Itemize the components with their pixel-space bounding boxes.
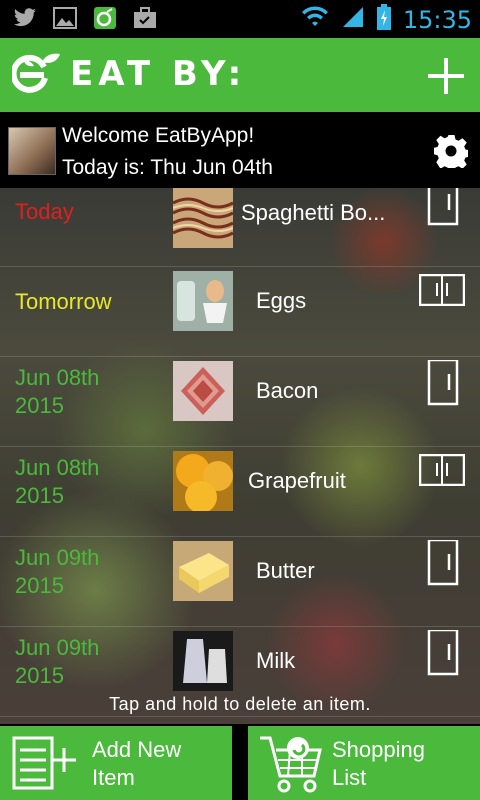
side-by-side-fridge-icon[interactable] — [419, 454, 465, 486]
butter-thumbnail — [173, 541, 233, 601]
expiry-date: Jun 08th 2015 — [15, 454, 99, 510]
expiry-date: Jun 08th 2015 — [15, 364, 99, 420]
food-item-list[interactable]: Today Spaghetti Bo... Tomorrow Eggs Jun … — [0, 188, 480, 724]
expiry-date-line2: 2015 — [15, 663, 64, 688]
item-name: Milk — [256, 648, 296, 673]
expiry-date: Jun 09th 2015 — [15, 634, 99, 690]
today-date: Today is: Thu Jun 04th — [62, 156, 273, 179]
welcome-bar: Welcome EatByApp! Today is: Thu Jun 04th — [0, 112, 480, 188]
eggs-thumbnail — [173, 271, 233, 331]
expiry-date-line1: Jun 08th — [15, 455, 100, 480]
fridge-icon[interactable] — [427, 188, 459, 226]
item-name: Butter — [256, 558, 315, 583]
app-header: EAT BY: — [0, 38, 480, 112]
side-by-side-fridge-icon[interactable] — [419, 274, 465, 306]
briefcase-icon — [132, 6, 158, 30]
gear-icon[interactable] — [434, 134, 468, 168]
expiry-date-line1: Today — [15, 199, 74, 224]
signal-icon — [341, 5, 365, 34]
expiry-date-line2: 2015 — [15, 393, 64, 418]
add-list-icon — [12, 736, 76, 790]
item-name: Grapefruit — [248, 468, 346, 493]
bacon-thumbnail — [173, 361, 233, 421]
list-item[interactable]: Today Spaghetti Bo... — [0, 188, 480, 267]
app-title: EAT BY: — [70, 54, 247, 94]
item-name: Spaghetti Bo... — [241, 200, 386, 225]
add-item-plus-icon[interactable] — [426, 56, 466, 96]
twitter-icon — [12, 6, 38, 30]
eatby-app-icon — [92, 6, 118, 30]
list-item[interactable]: Tomorrow Eggs — [0, 266, 480, 357]
battery-icon — [376, 4, 391, 35]
milk-thumbnail — [173, 631, 233, 691]
spaghetti-thumbnail — [173, 188, 233, 248]
expiry-date: Today — [15, 198, 74, 226]
status-bar: 15:35 — [0, 0, 480, 38]
expiry-date-line1: Tomorrow — [15, 289, 112, 314]
shopping-list-button[interactable]: Shopping List — [248, 726, 480, 800]
shopping-list-label: Shopping List — [332, 737, 425, 790]
clock: 15:35 — [402, 5, 472, 34]
item-name: Eggs — [256, 288, 307, 313]
list-item[interactable]: Jun 09th 2015 Butter — [0, 536, 480, 627]
shopping-cart-icon — [260, 736, 322, 793]
wifi-icon — [301, 6, 329, 33]
delete-hint: Tap and hold to delete an item. — [109, 694, 371, 714]
expiry-date-line2: 2015 — [15, 573, 64, 598]
expiry-date: Tomorrow — [15, 288, 112, 316]
bottom-bar: Add New Item Shopping List — [0, 724, 480, 800]
welcome-greeting: Welcome EatByApp! — [62, 124, 255, 147]
expiry-date-line1: Jun 09th — [15, 635, 100, 660]
add-new-item-button[interactable]: Add New Item — [0, 726, 232, 800]
app-logo: EAT BY: — [12, 52, 246, 96]
expiry-date-line1: Jun 08th — [15, 365, 100, 390]
eatby-logo-icon — [12, 53, 60, 93]
fridge-icon[interactable] — [427, 630, 459, 676]
add-new-item-label: Add New Item — [92, 737, 182, 790]
grapefruit-thumbnail — [173, 451, 233, 511]
expiry-date-line1: Jun 09th — [15, 545, 100, 570]
expiry-date-line2: 2015 — [15, 483, 64, 508]
avatar[interactable] — [8, 127, 56, 175]
expiry-date: Jun 09th 2015 — [15, 544, 99, 600]
fridge-icon[interactable] — [427, 540, 459, 586]
list-item[interactable]: Jun 08th 2015 Grapefruit — [0, 446, 480, 537]
item-name: Bacon — [256, 378, 319, 403]
gallery-icon — [52, 6, 78, 30]
list-item[interactable]: Jun 08th 2015 Bacon — [0, 356, 480, 447]
fridge-icon[interactable] — [427, 360, 459, 406]
